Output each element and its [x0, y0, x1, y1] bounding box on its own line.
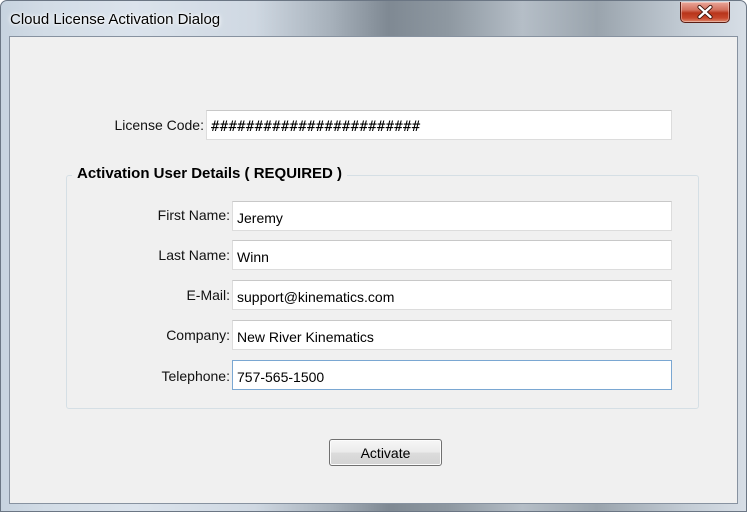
- last-name-input[interactable]: [232, 240, 672, 270]
- activate-button[interactable]: Activate: [329, 439, 442, 466]
- dialog-client-area: License Code: Activation User Details ( …: [9, 36, 738, 504]
- close-button[interactable]: [680, 2, 730, 23]
- title-bar[interactable]: Cloud License Activation Dialog: [1, 1, 746, 36]
- close-icon: [697, 4, 713, 20]
- dialog-window: Cloud License Activation Dialog License …: [0, 0, 747, 512]
- company-label: Company:: [166, 327, 230, 343]
- license-code-label: License Code:: [114, 117, 204, 133]
- first-name-label: First Name:: [157, 207, 230, 223]
- window-title: Cloud License Activation Dialog: [10, 11, 221, 28]
- company-input[interactable]: [232, 320, 672, 350]
- telephone-input[interactable]: [232, 360, 672, 390]
- license-code-input[interactable]: [206, 110, 672, 140]
- first-name-input[interactable]: [232, 201, 672, 231]
- email-input[interactable]: [232, 280, 672, 310]
- last-name-label: Last Name:: [158, 247, 230, 263]
- group-legend: Activation User Details ( REQUIRED ): [72, 165, 348, 182]
- telephone-label: Telephone:: [161, 368, 230, 384]
- email-label: E-Mail:: [186, 287, 230, 303]
